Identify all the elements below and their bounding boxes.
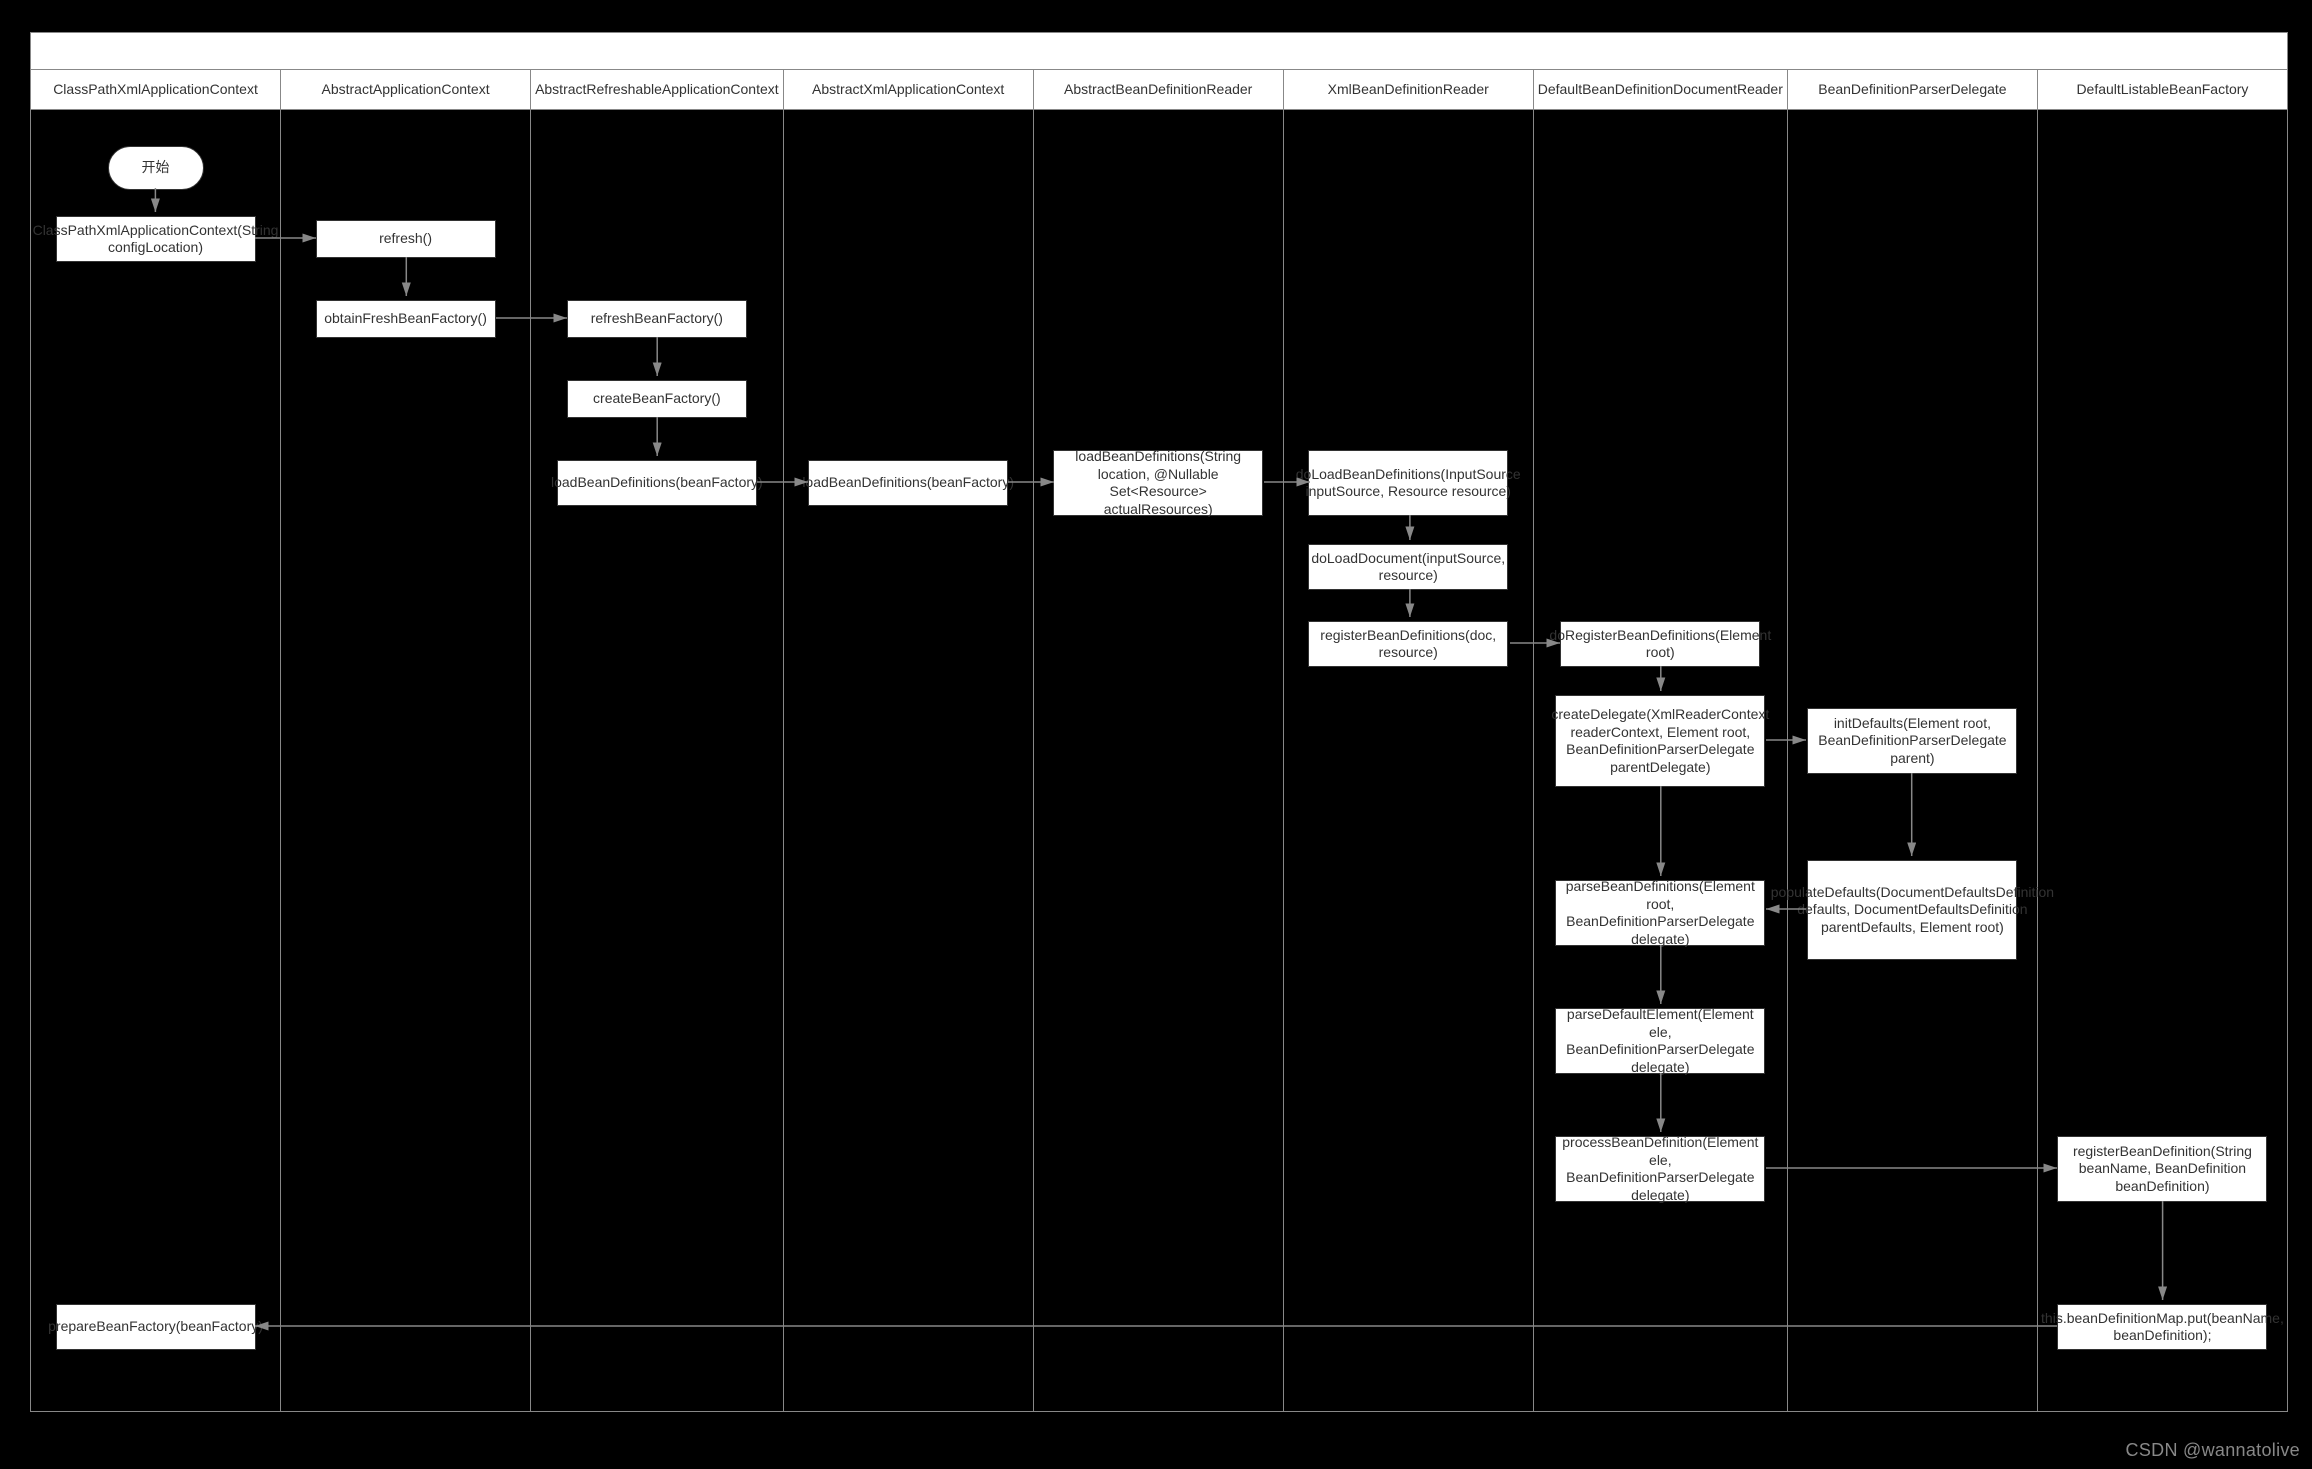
- lane-body: doRegisterBeanDefinitions(Element root) …: [1534, 110, 1787, 1411]
- watermark: CSDN @wannatolive: [2126, 1440, 2300, 1461]
- swimlanes: ClassPathXmlApplicationContext 开始 ClassP…: [31, 70, 2287, 1411]
- lane-header: XmlBeanDefinitionReader: [1284, 70, 1533, 110]
- node-parsedefaultelement: parseDefaultElement(Element ele, BeanDef…: [1555, 1008, 1765, 1074]
- lane-body: refreshBeanFactory() createBeanFactory()…: [531, 110, 783, 1411]
- node-loadbeandefinitions1: loadBeanDefinitions(beanFactory): [557, 460, 757, 506]
- lane-body: 开始 ClassPathXmlApplicationContext(String…: [31, 110, 280, 1411]
- node-refreshbeanfactory: refreshBeanFactory(): [567, 300, 747, 338]
- lane-header: ClassPathXmlApplicationContext: [31, 70, 280, 110]
- node-loadbeandefinitions3: loadBeanDefinitions(String location, @Nu…: [1053, 450, 1263, 516]
- node-parsebeandefinitions: parseBeanDefinitions(Element root, BeanD…: [1555, 880, 1765, 946]
- lane-abstractapplicationcontext: AbstractApplicationContext refresh() obt…: [281, 70, 531, 1411]
- lane-body: registerBeanDefinition(String beanName, …: [2038, 110, 2287, 1411]
- node-loadbeandefinitions2: loadBeanDefinitions(beanFactory): [808, 460, 1008, 506]
- node-registerbeandefinitions: registerBeanDefinitions(doc, resource): [1308, 621, 1508, 667]
- lane-abstractrefreshableapplicationcontext: AbstractRefreshableApplicationContext re…: [531, 70, 784, 1411]
- node-createdelegate: createDelegate(XmlReaderContext readerCo…: [1555, 695, 1765, 787]
- lane-header: DefaultListableBeanFactory: [2038, 70, 2287, 110]
- start-node: 开始: [108, 146, 204, 190]
- node-doregisterbeandefinitions: doRegisterBeanDefinitions(Element root): [1560, 621, 1760, 667]
- node-beandefinitionmapput: this.beanDefinitionMap.put(beanName, bea…: [2057, 1304, 2267, 1350]
- node-refresh: refresh(): [316, 220, 496, 258]
- node-preparebeanfactory: prepareBeanFactory(beanFactory): [56, 1304, 256, 1350]
- lane-body: initDefaults(Element root, BeanDefinitio…: [1788, 110, 2037, 1411]
- node-populatedefaults: populateDefaults(DocumentDefaultsDefinit…: [1807, 860, 2017, 960]
- node-initdefaults: initDefaults(Element root, BeanDefinitio…: [1807, 708, 2017, 774]
- lane-body: refresh() obtainFreshBeanFactory(): [281, 110, 530, 1411]
- lane-abstractxmlapplicationcontext: AbstractXmlApplicationContext loadBeanDe…: [784, 70, 1034, 1411]
- lane-classpathxmlapplicationcontext: ClassPathXmlApplicationContext 开始 ClassP…: [31, 70, 281, 1411]
- lane-header: AbstractBeanDefinitionReader: [1034, 70, 1283, 110]
- node-createbeanfactory: createBeanFactory(): [567, 380, 747, 418]
- lane-header: AbstractApplicationContext: [281, 70, 530, 110]
- node-obtainfreshbeanfactory: obtainFreshBeanFactory(): [316, 300, 496, 338]
- lane-abstractbeandefinitionreader: AbstractBeanDefinitionReader loadBeanDef…: [1034, 70, 1284, 1411]
- diagram-frame: ClassPathXmlApplicationContext 开始 ClassP…: [30, 32, 2288, 1412]
- node-registerbeandefinition: registerBeanDefinition(String beanName, …: [2057, 1136, 2267, 1202]
- lane-header: AbstractXmlApplicationContext: [784, 70, 1033, 110]
- lane-header: BeanDefinitionParserDelegate: [1788, 70, 2037, 110]
- node-classpathxmlapplicationcontext-ctor: ClassPathXmlApplicationContext(String co…: [56, 216, 256, 262]
- lane-body: doLoadBeanDefinitions(InputSource inputS…: [1284, 110, 1533, 1411]
- lane-header: AbstractRefreshableApplicationContext: [531, 70, 783, 110]
- lane-body: loadBeanDefinitions(String location, @Nu…: [1034, 110, 1283, 1411]
- diagram-title-bar: [31, 33, 2287, 70]
- lane-body: loadBeanDefinitions(beanFactory): [784, 110, 1033, 1411]
- node-doloaddocument: doLoadDocument(inputSource, resource): [1308, 544, 1508, 590]
- node-processbeandefinition: processBeanDefinition(Element ele, BeanD…: [1555, 1136, 1765, 1202]
- lane-header: DefaultBeanDefinitionDocumentReader: [1534, 70, 1787, 110]
- node-doloadbeandefinitions: doLoadBeanDefinitions(InputSource inputS…: [1308, 450, 1508, 516]
- lane-xmlbeandefinitionreader: XmlBeanDefinitionReader doLoadBeanDefini…: [1284, 70, 1534, 1411]
- lane-beandefinitionparserdelegate: BeanDefinitionParserDelegate initDefault…: [1788, 70, 2038, 1411]
- lane-defaultbeandefinitiondocumentreader: DefaultBeanDefinitionDocumentReader doRe…: [1534, 70, 1788, 1411]
- lane-defaultlistablebeanfactory: DefaultListableBeanFactory registerBeanD…: [2038, 70, 2287, 1411]
